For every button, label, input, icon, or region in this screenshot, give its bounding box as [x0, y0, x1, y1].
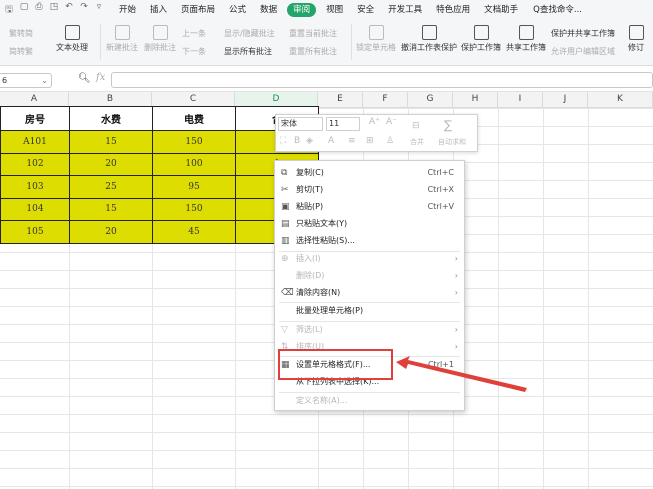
wps-spreadsheet-window: { "menu": { "quick_icons": ["save-icon",…	[0, 0, 653, 489]
callout-arrow-shape	[396, 356, 527, 392]
callout-arrow	[396, 356, 527, 392]
